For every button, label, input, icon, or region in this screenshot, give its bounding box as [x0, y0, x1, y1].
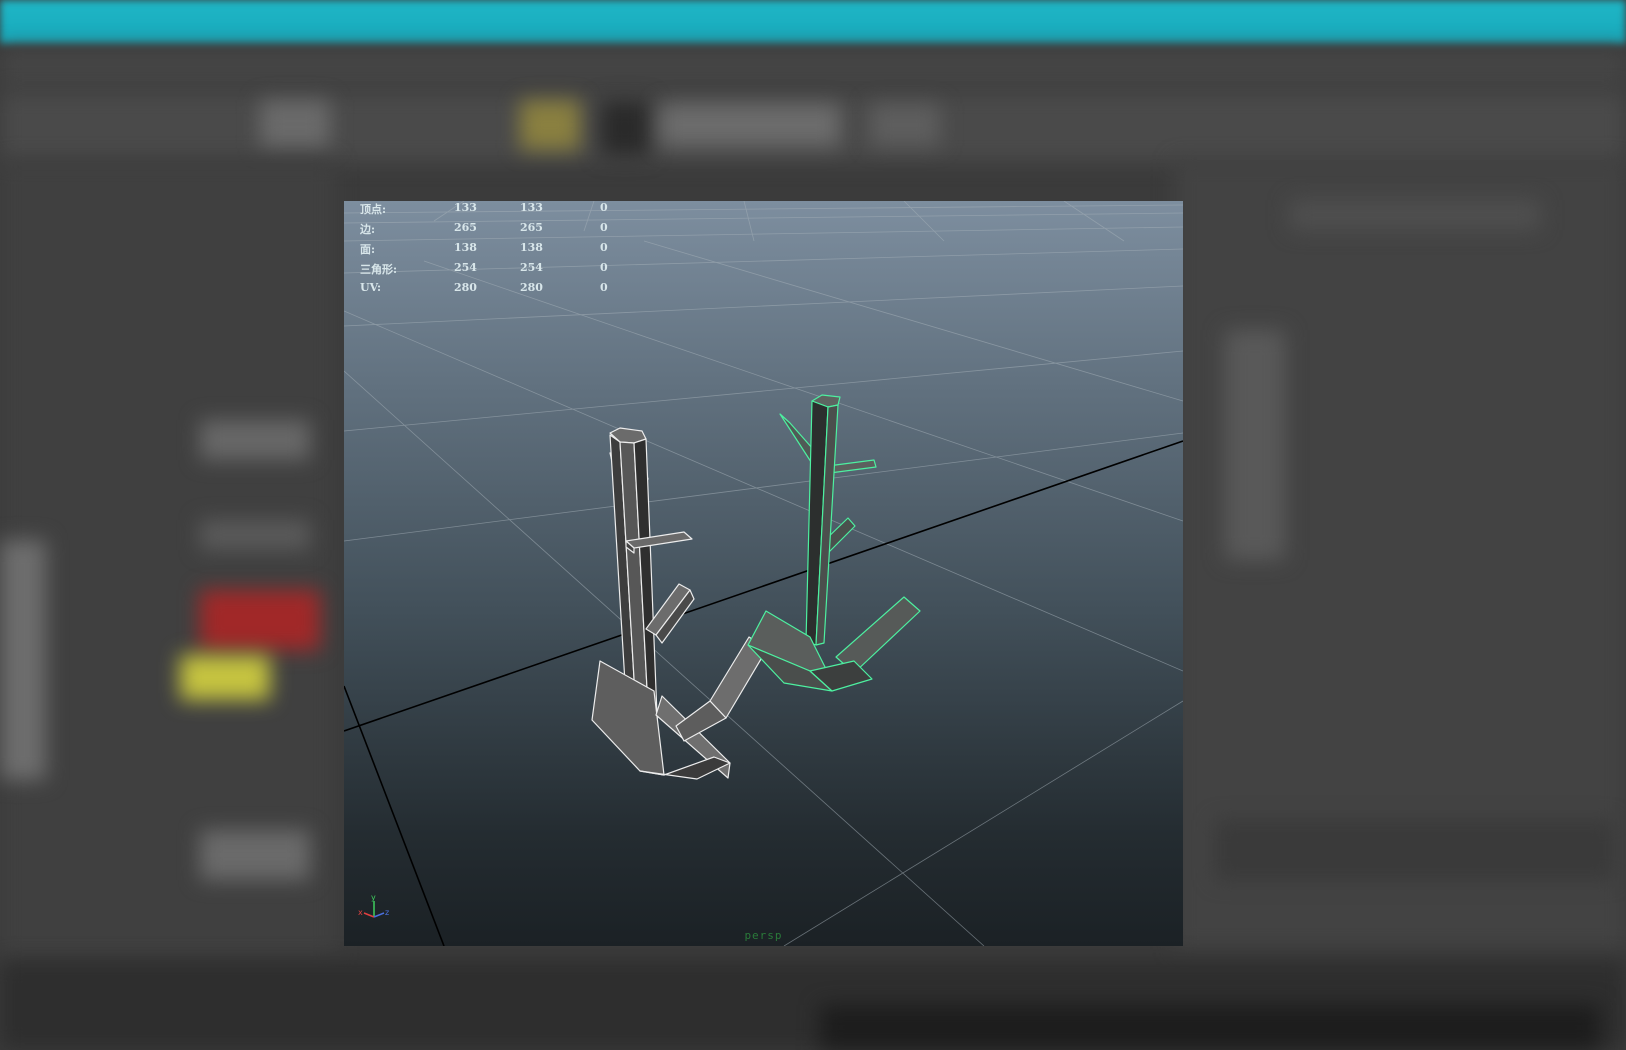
shelf-tool-icon[interactable] — [260, 100, 330, 148]
color-swatch-yellow[interactable] — [180, 655, 270, 700]
hud-value: 280 — [454, 281, 477, 294]
hud-value: 133 — [520, 201, 543, 214]
axis-x-label: x — [358, 908, 363, 917]
hud-value: 254 — [520, 261, 543, 274]
hud-value: 138 — [520, 241, 543, 254]
axis-z-label: z — [385, 908, 389, 917]
left-panel-control[interactable] — [200, 830, 310, 880]
hud-row-triangles: 三角形: 254 254 0 — [360, 261, 620, 281]
scene-view[interactable] — [344, 201, 1183, 946]
axis-gizmo-icon: y x z — [358, 893, 389, 918]
shelf-input-field[interactable] — [660, 104, 840, 146]
hud-label: 顶点: — [360, 203, 387, 216]
hud-value: 138 — [454, 241, 477, 254]
mesh-selected[interactable] — [747, 394, 921, 692]
left-panel-control[interactable] — [200, 420, 310, 460]
hud-row-faces: 面: 138 138 0 — [360, 241, 620, 261]
shelf-button[interactable] — [870, 104, 940, 146]
hud-value: 0 — [600, 241, 608, 254]
hud-value: 0 — [600, 221, 608, 234]
color-swatch-red[interactable] — [200, 590, 320, 650]
hud-row-vertices: 顶点: 133 133 0 — [360, 201, 620, 221]
hud-value: 0 — [600, 281, 608, 294]
right-panel-header — [1290, 200, 1540, 230]
title-bar — [0, 0, 1626, 44]
left-panel-control[interactable] — [200, 520, 310, 550]
hud-value: 254 — [454, 261, 477, 274]
hud-value: 265 — [454, 221, 477, 234]
camera-label: persp — [744, 929, 783, 942]
axis-y-label: y — [371, 893, 376, 902]
command-line[interactable] — [820, 1005, 1600, 1050]
hud-value: 280 — [520, 281, 543, 294]
hud-label: 面: — [360, 243, 376, 256]
menu-bar — [0, 48, 1626, 88]
hud-value: 265 — [520, 221, 543, 234]
mesh-unselected[interactable] — [591, 427, 768, 780]
perspective-viewport[interactable]: 顶点: 133 133 0 边: 265 265 0 面: 138 138 0 … — [344, 201, 1183, 946]
hud-value: 0 — [600, 201, 608, 214]
hud-label: 三角形: — [360, 263, 398, 276]
hud-label: 边: — [360, 223, 376, 236]
world-axis-lines — [344, 440, 1183, 946]
hud-row-uvs: UV: 280 280 0 — [360, 281, 620, 301]
hud-label: UV: — [360, 281, 382, 294]
shelf-tool-icon[interactable] — [600, 100, 650, 156]
hud-row-edges: 边: 265 265 0 — [360, 221, 620, 241]
hud-value: 0 — [600, 261, 608, 274]
right-panel-footer — [1215, 820, 1615, 880]
left-toolbox[interactable] — [0, 540, 46, 780]
right-panel-scroll[interactable] — [1225, 330, 1285, 560]
hud-value: 133 — [454, 201, 477, 214]
ground-grid — [344, 201, 1183, 946]
shelf-tool-icon[interactable] — [520, 100, 580, 150]
